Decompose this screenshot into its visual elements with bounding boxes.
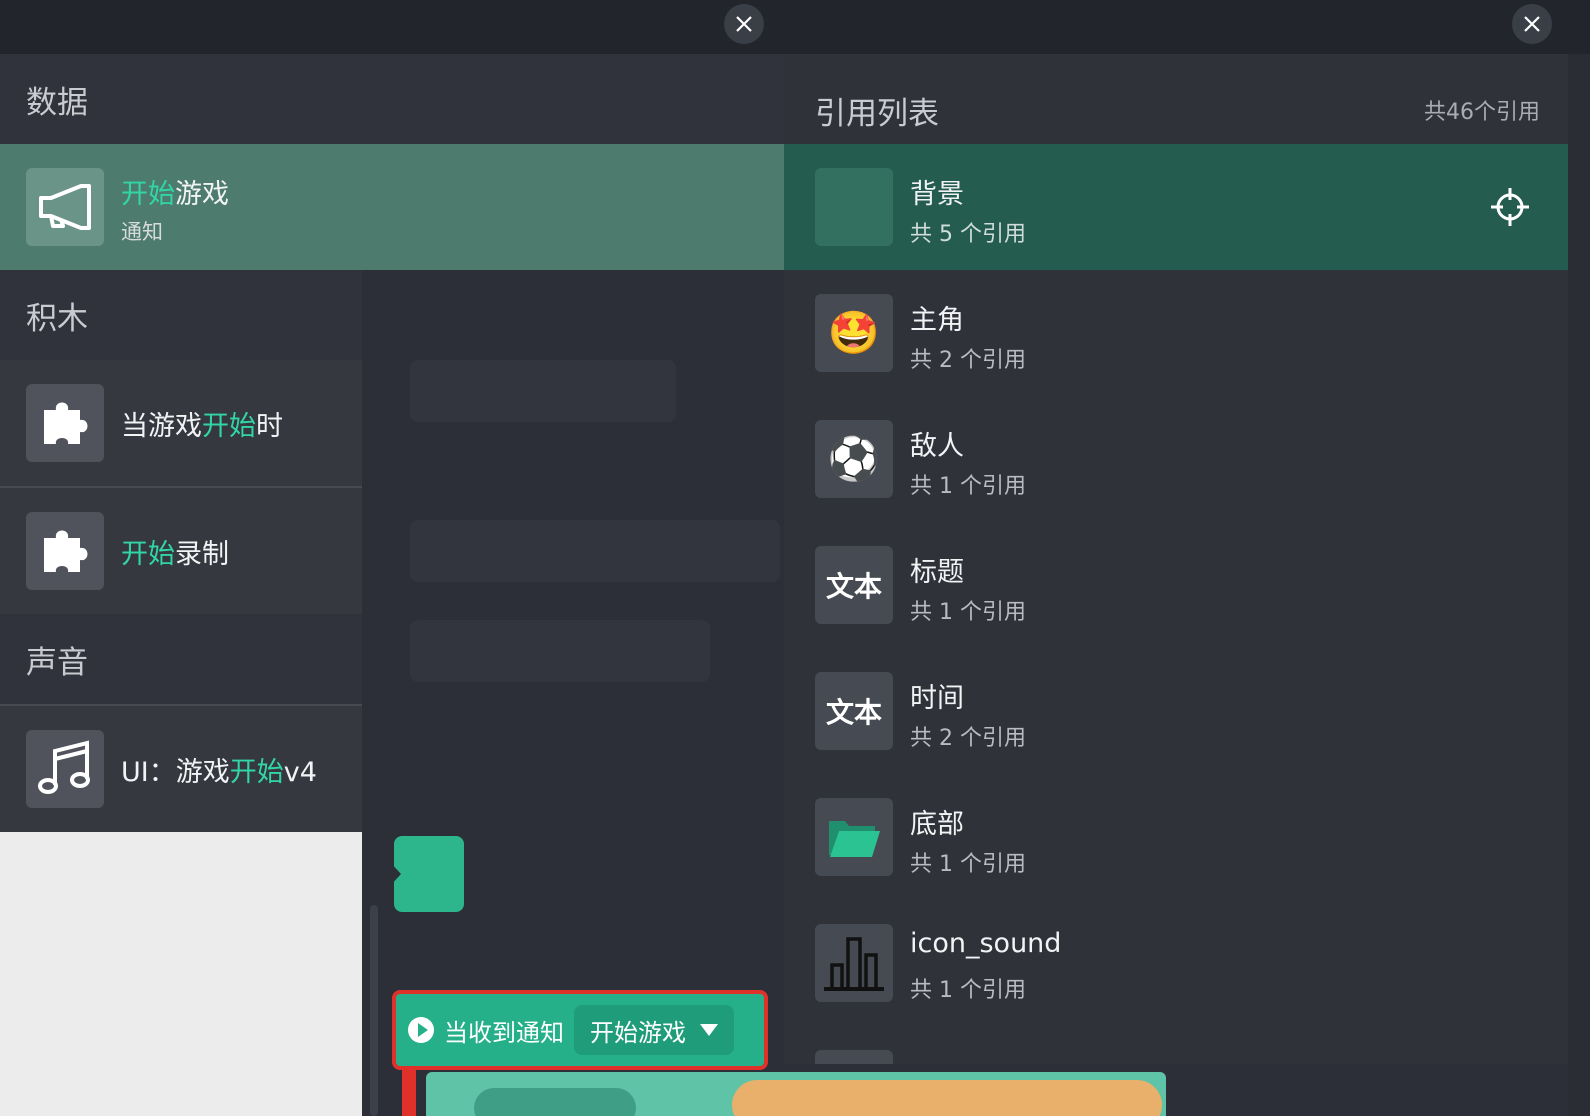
folder-icon	[815, 798, 893, 876]
notification-dropdown[interactable]: 开始游戏	[574, 1005, 734, 1055]
reference-item-time[interactable]: 文本 时间 共 2 个引用	[784, 648, 1568, 774]
notification-dropdown-value: 开始游戏	[590, 1018, 686, 1047]
block-input-slot[interactable]	[732, 1080, 1162, 1116]
result-item-title: 开始游戏	[121, 179, 229, 210]
megaphone-icon	[26, 168, 104, 246]
section-header-sound: 声音	[0, 614, 362, 704]
music-note-icon	[26, 730, 104, 808]
blank-icon	[815, 168, 893, 246]
crosshair-icon[interactable]	[1490, 187, 1530, 227]
reference-item-name: 底部	[910, 809, 964, 840]
reference-item-name: 时间	[910, 683, 964, 714]
reference-item-count: 共 1 个引用	[910, 978, 1026, 1003]
section-header-data: 数据	[0, 54, 784, 144]
reference-item-title[interactable]: 文本 标题 共 1 个引用	[784, 522, 1568, 648]
close-icon	[736, 16, 752, 32]
top-bar	[0, 0, 1590, 54]
text-icon: 文本	[815, 672, 893, 750]
soccer-ball-icon: ⚽	[815, 420, 893, 498]
reference-item-name: 主角	[910, 305, 964, 336]
puzzle-icon	[26, 384, 104, 462]
when-notification-received-block[interactable]: 当收到通知 开始游戏	[392, 990, 768, 1070]
star-eyes-emoji-icon: 🤩	[815, 294, 893, 372]
left-panel-close-button[interactable]	[724, 4, 764, 44]
reference-item-count: 共 2 个引用	[910, 726, 1026, 751]
play-icon	[408, 1017, 434, 1043]
reference-item-count: 共 5 个引用	[910, 222, 1026, 247]
reference-item-name: 敌人	[910, 431, 964, 462]
result-item-subtitle: 通知	[121, 220, 163, 244]
reference-item-name: 标题	[910, 557, 964, 588]
reference-item-name: 背景	[910, 179, 964, 210]
close-icon	[1524, 16, 1540, 32]
event-block-label: 当收到通知	[444, 1018, 564, 1047]
block-input-slot[interactable]	[474, 1088, 636, 1116]
partial-item-icon	[815, 1050, 893, 1064]
reference-list-panel: 引用列表 共46个引用 背景 共 5 个引用 🤩 主角 共 2 个引用 ⚽ 敌人…	[784, 54, 1568, 1064]
reference-total-count: 共46个引用	[1424, 100, 1540, 125]
workspace-scrollbar[interactable]	[370, 905, 378, 1116]
result-item-when-game-starts[interactable]: 当游戏开始时	[0, 360, 362, 486]
result-item-start-recording[interactable]: 开始录制	[0, 488, 362, 614]
dropdown-arrow-icon	[700, 1024, 718, 1036]
reference-item-hero[interactable]: 🤩 主角 共 2 个引用	[784, 270, 1568, 396]
next-block[interactable]	[426, 1072, 1166, 1116]
right-edge-strip	[1568, 54, 1590, 1116]
puzzle-icon	[26, 512, 104, 590]
reference-item-count: 共 2 个引用	[910, 348, 1026, 373]
search-results-panel: 数据 开始游戏 通知 积木 当游戏开始时 开始录制 声音 UI：游戏开始v4	[0, 54, 784, 832]
reference-item-count: 共 1 个引用	[910, 600, 1026, 625]
reference-item-name: icon_sound	[910, 928, 1062, 959]
result-item-title: 开始录制	[121, 539, 229, 570]
reference-list-title: 引用列表	[815, 96, 939, 132]
reference-item-partial[interactable]	[784, 1026, 1568, 1064]
text-icon: 文本	[815, 546, 893, 624]
blocks-palette-area	[0, 832, 362, 1116]
block-connector-stub[interactable]	[394, 836, 464, 912]
reference-item-icon-sound[interactable]: icon_sound 共 1 个引用	[784, 900, 1568, 1026]
reference-item-enemy[interactable]: ⚽ 敌人 共 1 个引用	[784, 396, 1568, 522]
reference-item-bottom[interactable]: 底部 共 1 个引用	[784, 774, 1568, 900]
result-item-title: 当游戏开始时	[121, 411, 283, 442]
right-panel-close-button[interactable]	[1512, 4, 1552, 44]
result-item-title: UI：游戏开始v4	[121, 757, 317, 788]
highlight-border-stem	[402, 1066, 416, 1116]
result-item-sound-game-start[interactable]: UI：游戏开始v4	[0, 706, 362, 832]
bar-chart-icon	[815, 924, 893, 1002]
reference-item-count: 共 1 个引用	[910, 474, 1026, 499]
reference-item-background[interactable]: 背景 共 5 个引用	[784, 144, 1568, 270]
result-item-start-game-notification[interactable]: 开始游戏 通知	[0, 144, 784, 270]
reference-item-count: 共 1 个引用	[910, 852, 1026, 877]
section-header-blocks: 积木	[0, 270, 362, 360]
